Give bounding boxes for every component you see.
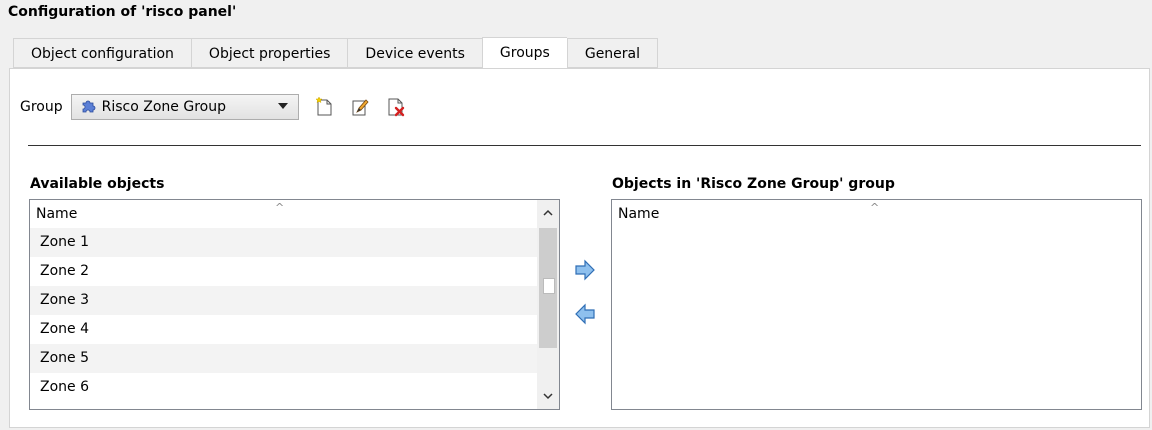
new-document-icon[interactable] [313,96,335,118]
group-objects-list[interactable]: Name ^ [611,199,1142,410]
vertical-scrollbar[interactable] [537,200,559,409]
group-objects-heading: Objects in 'Risco Zone Group' group [612,176,895,192]
scroll-up-icon[interactable] [537,202,559,224]
scroll-down-icon[interactable] [537,385,559,407]
group-select[interactable]: Risco Zone Group [70,94,299,120]
group-label: Group [20,99,63,115]
list-item[interactable]: Zone 3 [30,286,559,315]
separator-line [28,145,1141,146]
add-to-group-arrow-icon[interactable] [573,258,597,282]
group-name-column-header[interactable]: Name ^ [612,200,1141,228]
group-toolbar: Group Risco Zone Group [20,94,407,120]
sort-caret-icon: ^ [870,201,880,214]
tab-bar: Object configuration Object properties D… [13,37,659,69]
tab-object-configuration[interactable]: Object configuration [13,38,191,68]
scrollbar-grip [543,278,555,294]
remove-from-group-arrow-icon[interactable] [573,302,597,326]
available-objects-heading: Available objects [30,176,165,192]
window-title: Configuration of 'risco panel' [8,4,237,20]
available-objects-list[interactable]: Name ^ Zone 1 Zone 2 Zone 3 Zone 4 Zone … [29,199,560,410]
column-header-label: Name [36,206,78,222]
delete-document-icon[interactable] [385,96,407,118]
tab-general[interactable]: General [566,38,659,68]
tab-groups[interactable]: Groups [481,37,567,69]
available-name-column-header[interactable]: Name ^ [30,200,559,228]
column-header-label: Name [618,206,660,222]
list-item[interactable]: Zone 2 [30,257,559,286]
tab-object-properties[interactable]: Object properties [190,38,348,68]
list-item[interactable]: Zone 4 [30,315,559,344]
chevron-down-icon [277,103,288,109]
edit-pencil-icon[interactable] [349,96,371,118]
sort-caret-icon: ^ [275,201,285,214]
group-select-value: Risco Zone Group [101,99,226,115]
group-puzzle-icon [80,97,96,117]
list-item[interactable]: Zone 6 [30,373,559,402]
list-item[interactable]: Zone 1 [30,228,559,257]
tab-device-events[interactable]: Device events [347,38,482,68]
list-item[interactable]: Zone 5 [30,344,559,373]
